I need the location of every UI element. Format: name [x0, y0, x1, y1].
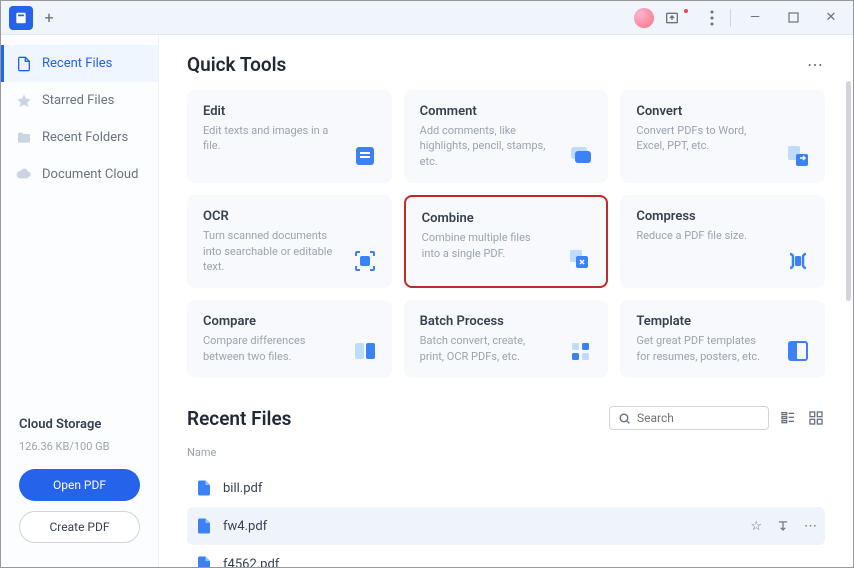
tool-comment[interactable]: Comment Add comments, like highlights, p…: [404, 90, 609, 183]
sidebar-label: Document Cloud: [42, 167, 138, 182]
sidebar-label: Recent Folders: [42, 130, 128, 145]
tool-desc: Reduce a PDF file size.: [636, 228, 766, 243]
search-box[interactable]: [609, 406, 769, 430]
ocr-icon: [352, 248, 378, 274]
tool-title: OCR: [203, 209, 376, 224]
tab-bar: + — ✕: [1, 1, 853, 35]
tool-edit[interactable]: Edit Edit texts and images in a file.: [187, 90, 392, 183]
template-icon: [785, 338, 811, 364]
cloud-icon: [15, 166, 32, 183]
tool-title: Combine: [422, 211, 591, 226]
tool-desc: Convert PDFs to Word, Excel, PPT, etc.: [636, 123, 766, 154]
file-icon: [15, 55, 32, 72]
quick-tools-title: Quick Tools: [187, 53, 286, 76]
name-column-header: Name: [187, 440, 825, 469]
comment-icon: [568, 143, 594, 169]
app-logo-icon: [9, 6, 33, 30]
list-view-icon[interactable]: [779, 409, 797, 427]
file-name: f4562.pdf: [223, 557, 279, 567]
sidebar-item-document-cloud[interactable]: Document Cloud: [1, 156, 158, 193]
combine-icon: [566, 246, 592, 272]
more-action-icon[interactable]: ⋯: [804, 519, 817, 534]
tool-compress[interactable]: Compress Reduce a PDF file size.: [620, 195, 825, 288]
file-row[interactable]: bill.pdf: [187, 469, 825, 507]
tool-title: Compress: [636, 209, 809, 224]
minimize-button[interactable]: —: [741, 4, 769, 32]
main-content: Quick Tools ⋯ Edit Edit texts and images…: [159, 35, 853, 567]
open-pdf-button[interactable]: Open PDF: [19, 469, 140, 501]
tool-title: Convert: [636, 104, 809, 119]
more-icon[interactable]: ⋯: [807, 55, 825, 74]
tool-desc: Get great PDF templates for resumes, pos…: [636, 333, 766, 364]
sidebar: Recent Files Starred Files Recent Folder…: [1, 35, 159, 567]
tool-desc: Combine multiple files into a single PDF…: [422, 230, 552, 261]
tool-title: Comment: [420, 104, 593, 119]
tools-grid: Edit Edit texts and images in a file. Co…: [187, 90, 825, 378]
tool-title: Compare: [203, 314, 376, 329]
tool-desc: Batch convert, create, print, OCR PDFs, …: [420, 333, 550, 364]
file-name: fw4.pdf: [223, 519, 267, 534]
user-avatar[interactable]: [634, 8, 654, 28]
search-icon: [618, 412, 631, 425]
close-button[interactable]: ✕: [817, 4, 845, 32]
sidebar-label: Recent Files: [42, 56, 112, 71]
folder-icon: [15, 129, 32, 146]
pin-action-icon[interactable]: [776, 519, 790, 534]
pdf-file-icon: [195, 555, 213, 567]
create-pdf-button[interactable]: Create PDF: [19, 511, 140, 543]
batch-icon: [568, 338, 594, 364]
app-window: + — ✕ Recent Files Starred Files: [0, 0, 854, 568]
new-tab-button[interactable]: +: [37, 6, 61, 30]
sidebar-item-recent-files[interactable]: Recent Files: [1, 45, 158, 82]
pdf-file-icon: [195, 479, 213, 497]
tool-title: Template: [636, 314, 809, 329]
share-icon[interactable]: [664, 10, 680, 26]
edit-icon: [352, 143, 378, 169]
tool-desc: Compare differences between two files.: [203, 333, 333, 364]
tool-desc: Edit texts and images in a file.: [203, 123, 333, 154]
maximize-button[interactable]: [779, 4, 807, 32]
compress-icon: [785, 248, 811, 274]
convert-icon: [785, 143, 811, 169]
tool-ocr[interactable]: OCR Turn scanned documents into searchab…: [187, 195, 392, 288]
grid-view-icon[interactable]: [807, 409, 825, 427]
tool-title: Edit: [203, 104, 376, 119]
sidebar-label: Starred Files: [42, 93, 114, 108]
sidebar-item-starred-files[interactable]: Starred Files: [1, 82, 158, 119]
tool-desc: Add comments, like highlights, pencil, s…: [420, 123, 550, 169]
file-row[interactable]: fw4.pdf ☆ ⋯: [187, 507, 825, 545]
tool-template[interactable]: Template Get great PDF templates for res…: [620, 300, 825, 378]
star-action-icon[interactable]: ☆: [750, 519, 762, 534]
search-input[interactable]: [637, 411, 793, 425]
sidebar-item-recent-folders[interactable]: Recent Folders: [1, 119, 158, 156]
scrollbar[interactable]: [846, 81, 851, 301]
kebab-menu[interactable]: [704, 10, 720, 26]
notification-dot: [684, 9, 688, 13]
file-row[interactable]: f4562.pdf: [187, 545, 825, 567]
cloud-storage-value: 126.36 KB/100 GB: [19, 440, 140, 453]
tool-compare[interactable]: Compare Compare differences between two …: [187, 300, 392, 378]
tool-batch-process[interactable]: Batch Process Batch convert, create, pri…: [404, 300, 609, 378]
cloud-storage-title: Cloud Storage: [19, 417, 140, 432]
compare-icon: [352, 338, 378, 364]
tool-combine[interactable]: Combine Combine multiple files into a si…: [404, 195, 609, 288]
tool-title: Batch Process: [420, 314, 593, 329]
tool-convert[interactable]: Convert Convert PDFs to Word, Excel, PPT…: [620, 90, 825, 183]
file-name: bill.pdf: [223, 481, 262, 496]
tool-desc: Turn scanned documents into searchable o…: [203, 228, 333, 274]
pdf-file-icon: [195, 517, 213, 535]
recent-files-title: Recent Files: [187, 407, 291, 430]
star-icon: [15, 92, 32, 109]
